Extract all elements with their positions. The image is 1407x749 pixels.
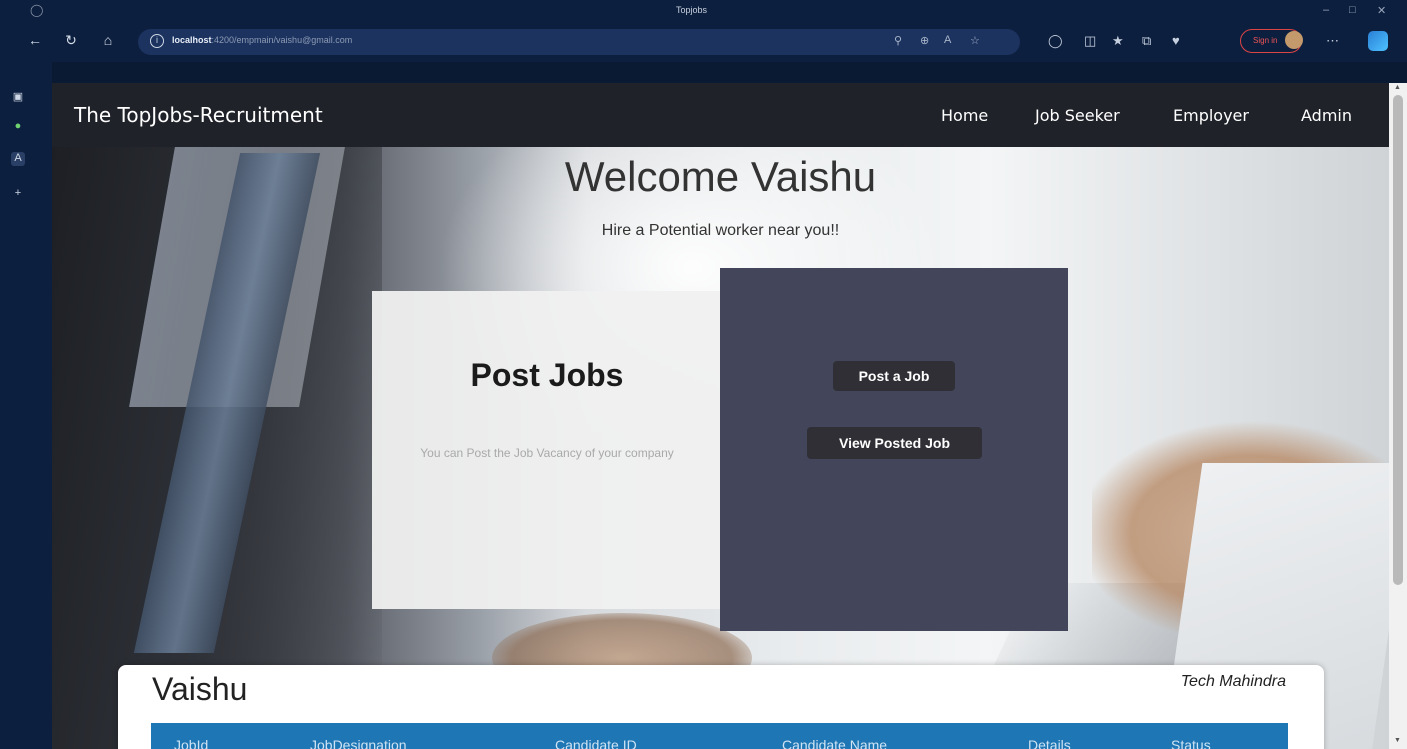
- profile-icon[interactable]: [1285, 31, 1303, 49]
- refresh-icon[interactable]: ↻: [60, 32, 82, 49]
- zoom-icon[interactable]: ⊕: [920, 34, 929, 47]
- scroll-thumb[interactable]: [1393, 95, 1403, 585]
- address-bar[interactable]: i localhost:4200/empmain/vaishu@gmail.co…: [138, 29, 1020, 55]
- employer-name: Vaishu: [152, 671, 248, 707]
- column-header-details: Details: [1028, 737, 1071, 749]
- post-jobs-title: Post Jobs: [470, 357, 624, 393]
- back-icon[interactable]: ←: [24, 32, 46, 48]
- view-posted-job-button[interactable]: View Posted Job: [807, 427, 982, 459]
- scroll-down-icon[interactable]: ▼: [1394, 737, 1401, 744]
- info-icon[interactable]: i: [150, 34, 164, 48]
- browser-toolbar: ← ↻ ⌂ i localhost:4200/empmain/vaishu@gm…: [0, 22, 1407, 62]
- active-tab-icon[interactable]: A: [11, 152, 25, 166]
- column-header-jobid: JobId: [174, 737, 209, 749]
- read-aloud-icon[interactable]: A: [944, 34, 951, 46]
- nav-job-seeker[interactable]: Job Seeker: [1035, 106, 1120, 125]
- favorite-icon[interactable]: ☆: [970, 34, 980, 47]
- split-screen-icon[interactable]: ◫: [1084, 33, 1096, 49]
- minimize-icon[interactable]: –: [1323, 4, 1329, 16]
- company-name: Tech Mahindra: [1180, 673, 1286, 690]
- post-jobs-card: Post Jobs You can Post the Job Vacancy o…: [372, 291, 722, 609]
- browser-title-bar: ◯ Topjobs – □ ✕: [0, 0, 1407, 22]
- more-icon[interactable]: ⋯: [1326, 33, 1339, 49]
- column-header-jobdesignation: JobDesignation: [310, 737, 407, 749]
- site-navbar: The TopJobs-Recruitment Home Job Seeker …: [52, 83, 1389, 147]
- maximize-icon[interactable]: □: [1349, 4, 1356, 16]
- green-tab-icon[interactable]: ●: [11, 120, 25, 134]
- browser-sidebar: ▣ ● A +: [0, 62, 52, 749]
- nav-admin[interactable]: Admin: [1301, 106, 1352, 125]
- search-icon[interactable]: ⚲: [894, 34, 902, 47]
- site-brand[interactable]: The TopJobs-Recruitment: [74, 103, 323, 127]
- column-header-candidate-id: Candidate ID: [555, 737, 637, 749]
- post-jobs-description: You can Post the Job Vacancy of your com…: [420, 446, 674, 460]
- scroll-up-icon[interactable]: ▲: [1394, 84, 1401, 91]
- home-icon[interactable]: ⌂: [97, 32, 119, 48]
- column-header-candidate-name: Candidate Name: [782, 737, 888, 749]
- post-a-job-button[interactable]: Post a Job: [833, 361, 955, 391]
- new-tab-icon[interactable]: +: [11, 187, 25, 201]
- workspaces-icon[interactable]: ◯: [30, 3, 43, 17]
- nav-home[interactable]: Home: [941, 106, 988, 125]
- url-text[interactable]: localhost:4200/empmain/vaishu@gmail.com: [172, 35, 352, 45]
- hero-tagline: Hire a Potential worker near you!!: [601, 222, 840, 239]
- web-page: The TopJobs-Recruitment Home Job Seeker …: [52, 83, 1389, 749]
- jobs-table-header: JobId JobDesignation Candidate ID Candid…: [151, 723, 1288, 749]
- browser-essentials-icon[interactable]: ♥: [1172, 33, 1180, 48]
- copilot-icon[interactable]: [1368, 31, 1388, 51]
- actions-card: Post a Job View Posted Job: [720, 268, 1068, 631]
- collections-icon[interactable]: ⧉: [1142, 33, 1151, 49]
- page-scrollbar[interactable]: ▲ ▼: [1389, 83, 1407, 749]
- tab-actions-icon[interactable]: ▣: [11, 90, 25, 104]
- extensions-icon[interactable]: ◯: [1048, 33, 1063, 49]
- column-header-status: Status: [1171, 737, 1211, 749]
- tab-title[interactable]: Topjobs: [676, 5, 707, 15]
- close-icon[interactable]: ✕: [1377, 4, 1386, 17]
- favorites-icon[interactable]: ★: [1112, 33, 1124, 49]
- nav-employer[interactable]: Employer: [1173, 106, 1249, 125]
- employer-jobs-panel: Vaishu Tech Mahindra JobId JobDesignatio…: [118, 665, 1324, 749]
- welcome-heading: Welcome Vaishu: [564, 153, 877, 200]
